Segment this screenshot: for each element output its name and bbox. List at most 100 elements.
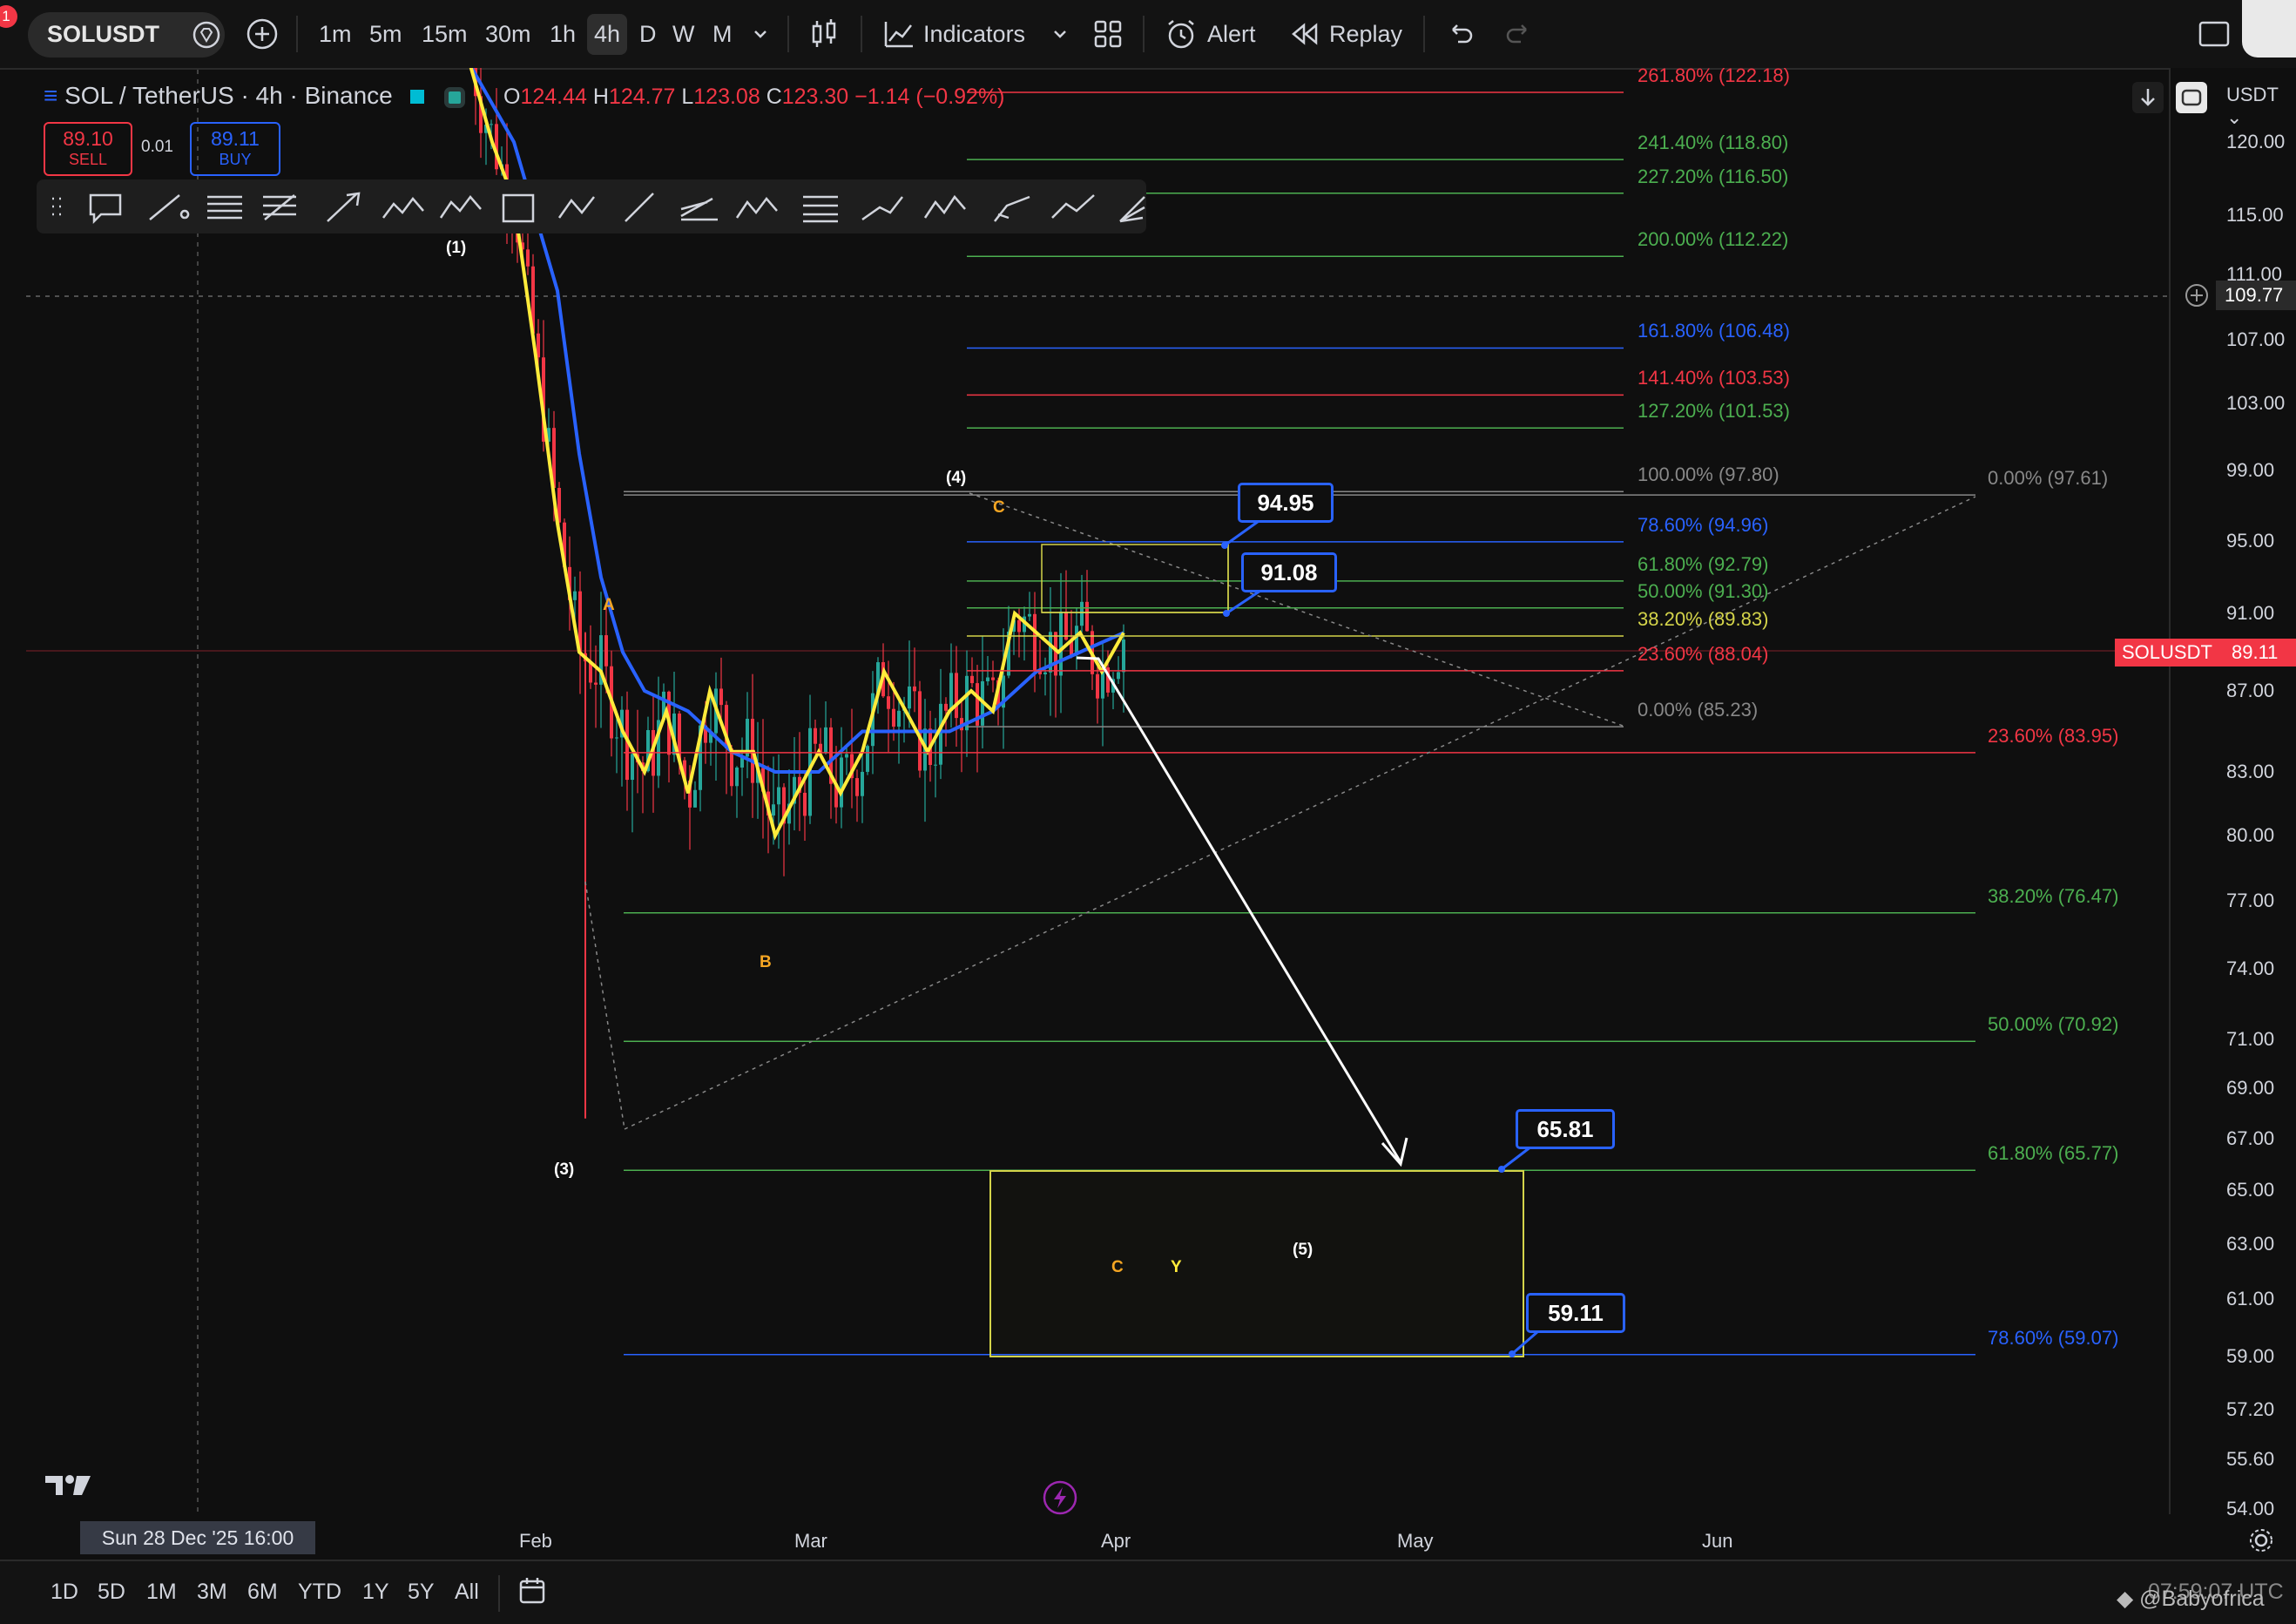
candle-body xyxy=(939,703,942,765)
fullscreen-icon[interactable] xyxy=(2197,19,2232,51)
chevron-down-icon[interactable] xyxy=(1050,24,1070,44)
candle-body xyxy=(693,789,697,808)
ohlc-values: O124.44 H124.77 L123.08 C123.30 −1.14 (−… xyxy=(503,85,1005,110)
tf-30m[interactable]: 30m xyxy=(485,0,531,68)
pitchfork-tool-icon[interactable] xyxy=(680,197,718,221)
wave-wxyz-tool-icon[interactable] xyxy=(923,194,966,219)
fib-extension-label: 50.00% (91.30) xyxy=(1638,579,1769,602)
wave-abcde-tool-icon[interactable] xyxy=(735,197,778,219)
trend-arrow-tool-icon[interactable] xyxy=(1051,194,1095,219)
tf-d[interactable]: D xyxy=(639,0,657,68)
wave-label-y: Y xyxy=(1171,1258,1182,1276)
callout-target-59-11[interactable]: 59.11 xyxy=(1526,1293,1625,1333)
rectangle-tool-icon[interactable] xyxy=(502,193,535,223)
tf-15m[interactable]: 15m xyxy=(422,0,468,68)
wave-12345-tool-icon[interactable] xyxy=(439,195,482,219)
horizontal-lines-tool-icon[interactable] xyxy=(207,195,242,220)
range-5d[interactable]: 5D xyxy=(98,1580,125,1605)
wave-label-c: C xyxy=(993,498,1005,517)
range-3m[interactable]: 3M xyxy=(197,1580,227,1605)
layout-grid-icon[interactable] xyxy=(1092,18,1124,50)
currency-selector[interactable]: USDT ⌄ xyxy=(2226,84,2296,129)
slow-moving-average-line xyxy=(469,68,1124,774)
target-zone-box xyxy=(989,1170,1524,1357)
path-tool-icon[interactable] xyxy=(861,196,903,221)
wave-abc-tool-icon[interactable] xyxy=(557,196,595,219)
line-tool-icon[interactable] xyxy=(625,193,654,222)
callout-target-94-95[interactable]: 94.95 xyxy=(1238,483,1334,523)
fib-retracement-label: 23.60% (83.95) xyxy=(1988,724,2119,747)
price-tick-label: 103.00 xyxy=(2226,392,2286,414)
diamond-icon[interactable] xyxy=(192,20,221,50)
callout-tool-icon[interactable] xyxy=(89,193,122,225)
chart-legend[interactable]: ≡ SOL / TetherUS · 4h · Binance xyxy=(44,82,466,110)
buy-price: 89.11 xyxy=(211,127,260,150)
download-icon[interactable] xyxy=(2131,80,2165,115)
symbol-search-button[interactable]: SOLUSDT xyxy=(28,12,225,58)
redo-icon[interactable] xyxy=(1503,19,1533,49)
fib-extension-label: 0.00% (85.23) xyxy=(1638,699,1759,721)
spread-value: 0.01 xyxy=(141,138,173,156)
price-chart[interactable] xyxy=(0,68,2169,1560)
drawing-toolbar xyxy=(37,179,1146,233)
range-1d[interactable]: 1D xyxy=(51,1580,78,1605)
candle-body xyxy=(526,249,530,267)
indicators-button[interactable]: Indicators xyxy=(881,0,1025,68)
alert-button[interactable]: Alert xyxy=(1164,0,1256,68)
range-all[interactable]: All xyxy=(455,1580,479,1605)
price-tick-label: 120.00 xyxy=(2226,131,2286,152)
separator xyxy=(861,16,862,52)
fib-extension-label: 141.40% (103.53) xyxy=(1638,367,1790,389)
callout-target-91-08[interactable]: 91.08 xyxy=(1241,552,1337,592)
sync-icon[interactable] xyxy=(2174,80,2209,115)
add-alert-icon[interactable] xyxy=(2183,281,2211,309)
callout-pointer xyxy=(1226,587,1264,615)
wave-wxy-tool-icon[interactable] xyxy=(382,197,424,219)
top-toolbar: 1 SOLUSDT 1m 5m 15m 30m 1h 4h D W M Indi… xyxy=(0,0,2296,70)
ray-tool-icon[interactable] xyxy=(327,192,361,222)
tf-1h[interactable]: 1h xyxy=(550,0,576,68)
tf-4h-active[interactable]: 4h xyxy=(587,0,628,68)
candle-body xyxy=(1028,613,1031,617)
fan-tool-icon[interactable] xyxy=(1119,196,1145,223)
candle-type-icon[interactable] xyxy=(807,17,841,51)
settings-gear-icon[interactable] xyxy=(2247,1526,2275,1554)
lightning-icon[interactable] xyxy=(1042,1479,1078,1516)
bottom-bar xyxy=(0,1560,2296,1624)
tf-m[interactable]: M xyxy=(712,0,733,68)
buy-button[interactable]: 89.11 BUY xyxy=(190,122,280,176)
watermark-handle: @Babyofrica xyxy=(2139,1587,2265,1611)
range-1m[interactable]: 1M xyxy=(146,1580,177,1605)
callout-target-65-81[interactable]: 65.81 xyxy=(1516,1109,1615,1149)
time-tick-label: Jun xyxy=(1702,1530,1733,1552)
replay-button[interactable]: Replay xyxy=(1289,0,1402,68)
add-symbol-icon[interactable] xyxy=(246,17,279,51)
open-value: 124.44 xyxy=(520,85,587,109)
chevron-down-icon[interactable] xyxy=(751,24,770,44)
camera-button[interactable] xyxy=(2242,0,2296,58)
calendar-goto-icon[interactable] xyxy=(517,1575,549,1607)
fib-extension-label: 161.80% (106.48) xyxy=(1638,320,1790,342)
fib-channel-tool-icon[interactable] xyxy=(263,194,296,220)
trendline-tool-icon[interactable] xyxy=(149,194,190,220)
range-5y[interactable]: 5Y xyxy=(408,1580,435,1605)
open-label: O xyxy=(503,85,521,109)
drag-handle-icon[interactable] xyxy=(52,197,61,216)
brush-tool-icon[interactable] xyxy=(994,195,1030,222)
tf-1m[interactable]: 1m xyxy=(319,0,352,68)
notification-badge[interactable]: 1 xyxy=(0,5,17,28)
range-ytd[interactable]: YTD xyxy=(298,1580,341,1605)
fib-retracement-tool-icon[interactable] xyxy=(803,195,838,223)
candle-body xyxy=(845,754,848,758)
separator xyxy=(787,16,789,52)
range-6m[interactable]: 6M xyxy=(247,1580,278,1605)
tf-w[interactable]: W xyxy=(672,0,694,68)
sell-button[interactable]: 89.10 SELL xyxy=(44,122,132,176)
undo-icon[interactable] xyxy=(1446,19,1476,49)
separator xyxy=(498,1575,500,1612)
price-tick-label: 63.00 xyxy=(2226,1233,2275,1255)
legend-eye-icon[interactable] xyxy=(444,86,466,108)
tf-4h-label: 4h xyxy=(587,13,628,55)
range-1y[interactable]: 1Y xyxy=(362,1580,389,1605)
tf-5m[interactable]: 5m xyxy=(369,0,402,68)
